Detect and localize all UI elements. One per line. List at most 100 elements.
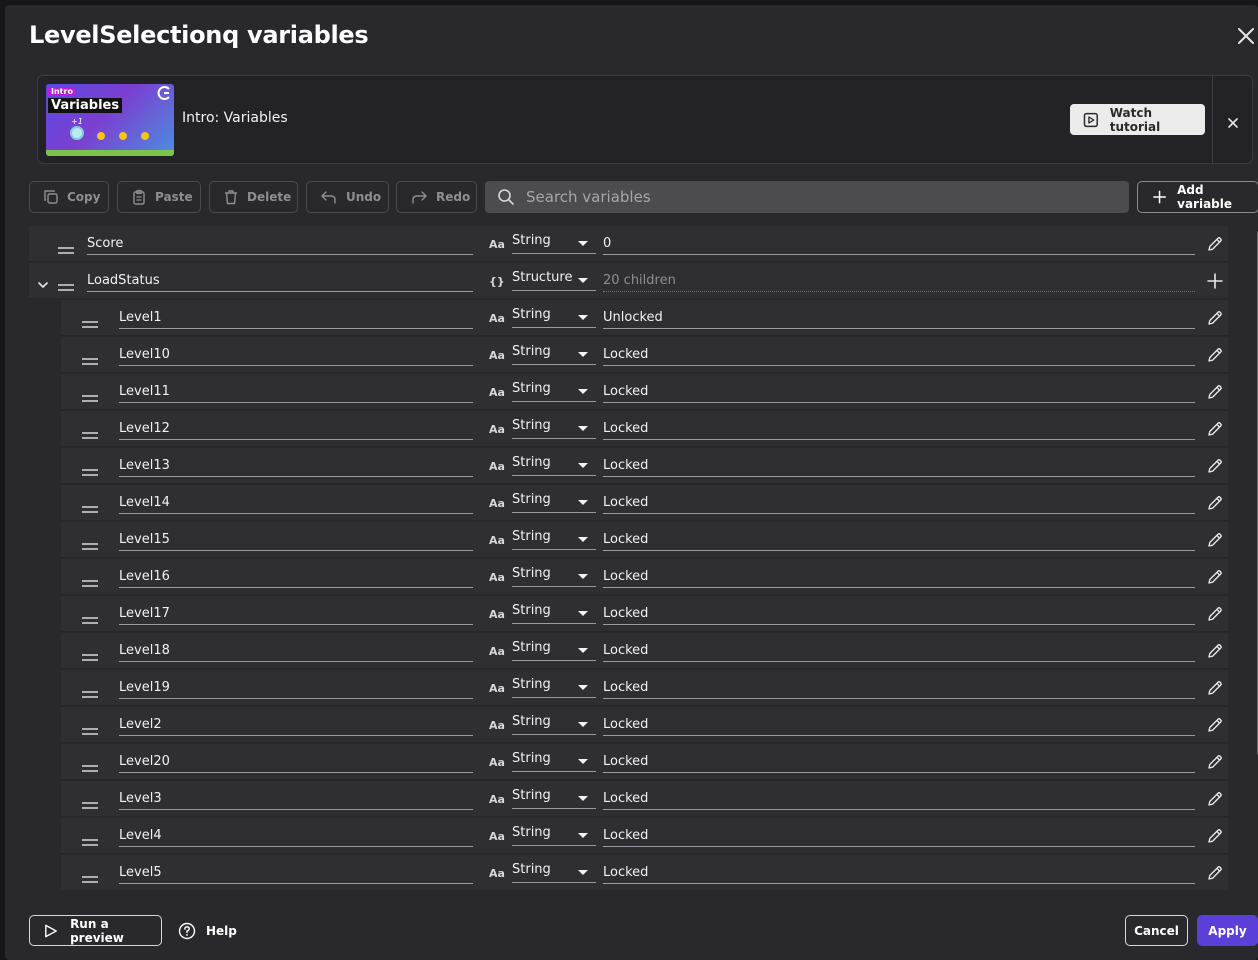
edit-icon[interactable] — [1206, 790, 1224, 808]
variable-type-select[interactable]: String — [512, 565, 596, 587]
drag-handle-icon[interactable] — [82, 869, 98, 883]
variable-name-field[interactable]: Level5 — [119, 864, 473, 884]
paste-button[interactable]: Paste — [117, 181, 201, 213]
variable-type-select[interactable]: Structure — [512, 269, 596, 291]
variable-name-field[interactable]: Level2 — [119, 716, 473, 736]
drag-handle-icon[interactable] — [82, 647, 98, 661]
close-icon[interactable] — [1235, 25, 1257, 47]
edit-icon[interactable] — [1206, 716, 1224, 734]
cancel-button[interactable]: Cancel — [1125, 915, 1188, 946]
edit-icon[interactable] — [1206, 420, 1224, 438]
variable-type-select[interactable]: String — [512, 528, 596, 550]
variable-value-field[interactable]: Locked — [603, 827, 1195, 847]
drag-handle-icon[interactable] — [82, 795, 98, 809]
drag-handle-icon[interactable] — [82, 721, 98, 735]
variable-name-field[interactable]: Level1 — [119, 309, 473, 329]
edit-icon[interactable] — [1206, 605, 1224, 623]
drag-handle-icon[interactable] — [82, 462, 98, 476]
drag-handle-icon[interactable] — [82, 573, 98, 587]
drag-handle-icon[interactable] — [82, 610, 98, 624]
variable-value-field[interactable]: Locked — [603, 753, 1195, 773]
edit-icon[interactable] — [1206, 679, 1224, 697]
variable-value-field[interactable]: Locked — [603, 605, 1195, 625]
variable-value-field[interactable]: Locked — [603, 679, 1195, 699]
copy-button[interactable]: Copy — [29, 181, 109, 213]
variable-name-field[interactable]: Level11 — [119, 383, 473, 403]
drag-handle-icon[interactable] — [82, 536, 98, 550]
variable-name-field[interactable]: Level4 — [119, 827, 473, 847]
variable-value-field[interactable]: Locked — [603, 494, 1195, 514]
redo-button[interactable]: Redo — [396, 181, 477, 213]
variable-name-field[interactable]: Level13 — [119, 457, 473, 477]
apply-button[interactable]: Apply — [1197, 915, 1258, 946]
variable-type-select[interactable]: String — [512, 639, 596, 661]
edit-icon[interactable] — [1206, 531, 1224, 549]
variable-value-field[interactable]: Locked — [603, 864, 1195, 884]
edit-icon[interactable] — [1206, 235, 1224, 253]
drag-handle-icon[interactable] — [82, 388, 98, 402]
variable-type-select[interactable]: String — [512, 824, 596, 846]
search-input[interactable] — [526, 188, 1086, 206]
edit-icon[interactable] — [1206, 309, 1224, 327]
edit-icon[interactable] — [1206, 346, 1224, 364]
add-variable-button[interactable]: Add variable — [1137, 181, 1258, 213]
variable-name-field[interactable]: Level3 — [119, 790, 473, 810]
edit-icon[interactable] — [1206, 457, 1224, 475]
variable-type-select[interactable]: String — [512, 343, 596, 365]
variable-type-select[interactable]: String — [512, 787, 596, 809]
drag-handle-icon[interactable] — [58, 240, 74, 254]
variable-name-field[interactable]: Level20 — [119, 753, 473, 773]
variable-name-field[interactable]: Level17 — [119, 605, 473, 625]
variable-name-field[interactable]: Level15 — [119, 531, 473, 551]
variable-name-field[interactable]: Level19 — [119, 679, 473, 699]
variable-type-select[interactable]: String — [512, 417, 596, 439]
variable-type-select[interactable]: String — [512, 491, 596, 513]
variable-value-field[interactable]: Locked — [603, 716, 1195, 736]
variable-type-select[interactable]: String — [512, 380, 596, 402]
drag-handle-icon[interactable] — [82, 758, 98, 772]
variable-value-field[interactable]: Locked — [603, 531, 1195, 551]
undo-button[interactable]: Undo — [306, 181, 389, 213]
edit-icon[interactable] — [1206, 864, 1224, 882]
search-field[interactable] — [485, 181, 1129, 213]
variable-value-field[interactable]: Unlocked — [603, 309, 1195, 329]
edit-icon[interactable] — [1206, 753, 1224, 771]
variable-name-field[interactable]: Level18 — [119, 642, 473, 662]
variable-name-field[interactable]: Score — [87, 235, 473, 255]
variable-name-field[interactable]: Level14 — [119, 494, 473, 514]
delete-button[interactable]: Delete — [209, 181, 298, 213]
tutorial-thumbnail[interactable]: Intro Variables +1 — [46, 84, 174, 156]
edit-icon[interactable] — [1206, 494, 1224, 512]
edit-icon[interactable] — [1206, 827, 1224, 845]
drag-handle-icon[interactable] — [82, 499, 98, 513]
edit-icon[interactable] — [1206, 642, 1224, 660]
variable-type-select[interactable]: String — [512, 713, 596, 735]
edit-icon[interactable] — [1206, 383, 1224, 401]
variable-value-field[interactable]: Locked — [603, 420, 1195, 440]
drag-handle-icon[interactable] — [82, 684, 98, 698]
variable-value-field[interactable]: 0 — [603, 235, 1195, 255]
variable-name-field[interactable]: Level12 — [119, 420, 473, 440]
variable-value-field[interactable]: Locked — [603, 346, 1195, 366]
variable-name-field[interactable]: Level16 — [119, 568, 473, 588]
variable-value-field[interactable]: Locked — [603, 383, 1195, 403]
variable-type-select[interactable]: String — [512, 676, 596, 698]
variable-value-field[interactable]: Locked — [603, 642, 1195, 662]
drag-handle-icon[interactable] — [58, 277, 74, 291]
drag-handle-icon[interactable] — [82, 314, 98, 328]
variable-name-field[interactable]: LoadStatus — [87, 272, 473, 292]
variable-name-field[interactable]: Level10 — [119, 346, 473, 366]
watch-tutorial-button[interactable]: Watch tutorial — [1070, 104, 1205, 135]
drag-handle-icon[interactable] — [82, 425, 98, 439]
variable-type-select[interactable]: String — [512, 454, 596, 476]
collapse-chevron-icon[interactable] — [38, 275, 48, 288]
variable-value-field[interactable]: Locked — [603, 568, 1195, 588]
close-tutorial-icon[interactable] — [1227, 114, 1239, 128]
drag-handle-icon[interactable] — [82, 351, 98, 365]
help-button[interactable]: Help — [178, 915, 238, 946]
variable-type-select[interactable]: String — [512, 232, 596, 254]
variable-type-select[interactable]: String — [512, 602, 596, 624]
variable-type-select[interactable]: String — [512, 750, 596, 772]
variable-value-field[interactable]: Locked — [603, 790, 1195, 810]
run-preview-button[interactable]: Run a preview — [29, 915, 162, 946]
